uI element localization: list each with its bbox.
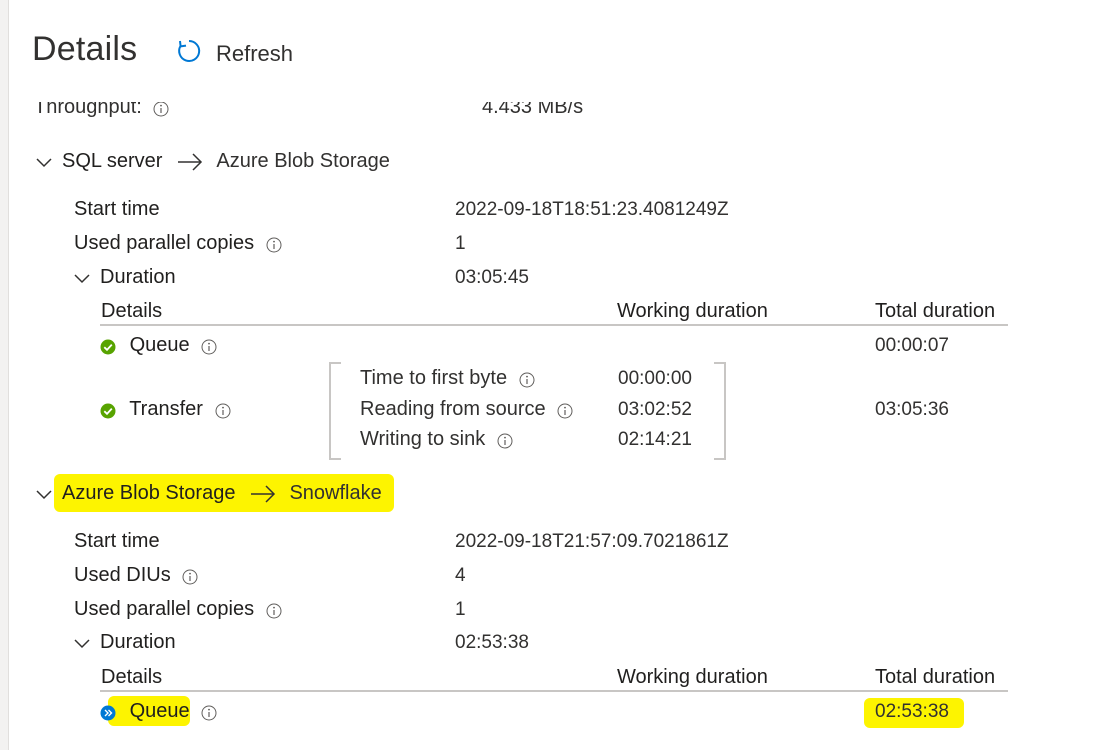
parallel-copies-row: Used parallel copies [74,598,282,621]
transfer-label: Transfer [129,398,203,420]
duration-value: 03:05:45 [455,267,529,288]
queue-total: 00:00:07 [875,335,949,356]
bracket-right [714,362,726,460]
refresh-label: Refresh [216,40,294,66]
success-check-icon [100,402,116,419]
arrow-right-icon [176,152,204,172]
col-details: Details [101,666,163,688]
dius-row: Used DIUs [74,564,198,587]
sub-row: Writing to sink [360,428,513,451]
parallel-copies-value: 1 [455,599,466,620]
chevron-down-icon[interactable] [34,484,54,504]
info-icon[interactable] [153,100,169,117]
in-progress-icon [100,704,116,721]
bracket-left [329,362,341,460]
dius-label: Used DIUs [74,564,171,586]
col-total-duration: Total duration [875,666,996,688]
info-icon[interactable] [215,402,231,419]
section-blob-to-snowflake[interactable]: Azure Blob Storage Snowflake [34,482,382,505]
page-title: Details [32,30,138,68]
queue-row: Queue [100,334,217,357]
chevron-down-icon[interactable] [34,152,54,172]
refresh-button[interactable]: Refresh [176,38,293,69]
success-check-icon [100,338,116,355]
parallel-copies-label: Used parallel copies [74,232,255,254]
start-time-label: Start time [74,530,160,552]
refresh-icon [176,38,202,69]
transfer-row: Transfer [100,398,231,421]
sub-row-label: Reading from source [360,398,546,420]
duration-label: Duration [100,631,176,653]
info-icon[interactable] [266,236,282,253]
parallel-copies-row: Used parallel copies [74,232,282,255]
col-details: Details [101,300,163,322]
info-icon[interactable] [182,568,198,585]
sub-row-label: Time to first byte [360,367,508,389]
section-sink: Snowflake [289,482,382,504]
info-icon[interactable] [266,602,282,619]
left-panel-edge [0,0,9,750]
queue-row: Queue [100,700,217,723]
start-time-value: 2022-09-18T18:51:23.4081249Z [455,199,729,220]
duration-toggle[interactable]: Duration [72,266,176,289]
col-working-duration: Working duration [617,666,768,688]
duration-label: Duration [100,266,176,288]
section-source: Azure Blob Storage [62,482,236,504]
col-total-duration: Total duration [875,300,996,322]
scroll-clip [9,78,1114,102]
sub-row-label: Writing to sink [360,428,486,450]
start-time-value: 2022-09-18T21:57:09.7021861Z [455,531,729,552]
arrow-right-icon [249,484,277,504]
dius-value: 4 [455,565,466,586]
chevron-down-icon[interactable] [72,268,92,288]
section-source: SQL server [62,150,163,172]
queue-label: Queue [129,700,190,722]
parallel-copies-label: Used parallel copies [74,598,255,620]
info-icon[interactable] [201,338,217,355]
queue-total: 02:53:38 [875,701,949,722]
info-icon[interactable] [557,402,573,419]
duration-toggle[interactable]: Duration [72,631,176,654]
info-icon[interactable] [519,371,535,388]
table-divider [100,690,1008,692]
chevron-down-icon[interactable] [72,633,92,653]
table-divider [100,324,1008,326]
queue-label: Queue [129,334,190,356]
section-sink: Azure Blob Storage [216,150,390,172]
sub-row: Time to first byte [360,367,535,390]
col-working-duration: Working duration [617,300,768,322]
sub-row-value: 02:14:21 [618,429,692,450]
section-sql-to-blob[interactable]: SQL server Azure Blob Storage [34,150,390,173]
parallel-copies-value: 1 [455,233,466,254]
sub-row: Reading from source [360,398,573,421]
sub-row-value: 00:00:00 [618,368,692,389]
duration-value: 02:53:38 [455,632,529,653]
sub-row-value: 03:02:52 [618,399,692,420]
info-icon[interactable] [497,432,513,449]
transfer-total: 03:05:36 [875,399,949,420]
start-time-label: Start time [74,198,160,220]
info-icon[interactable] [201,704,217,721]
